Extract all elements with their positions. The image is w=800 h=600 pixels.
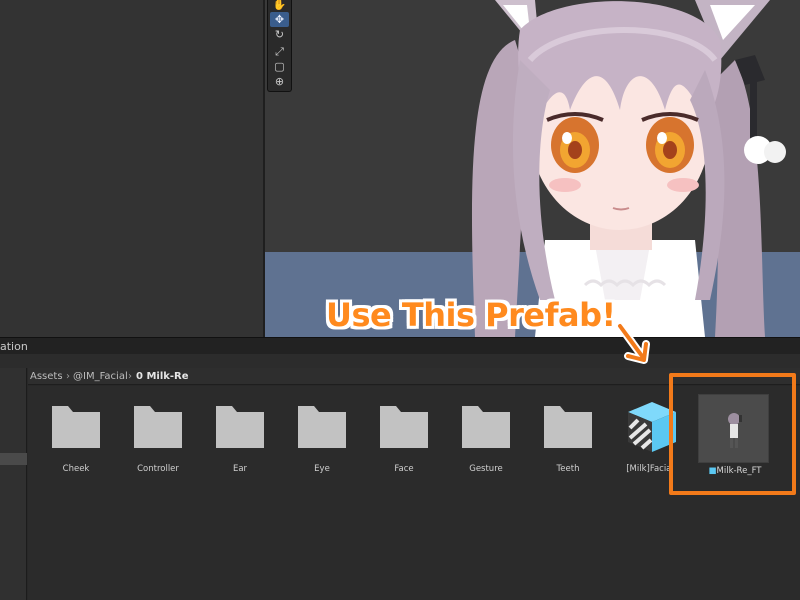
- folder-item[interactable]: Eye: [288, 398, 354, 478]
- unity-editor-window: ✋ ✥ ↻ ⤢ ▢ ⊕ ation Assets › @IM_Facial › …: [0, 0, 800, 600]
- folder-label: Ear: [232, 464, 248, 474]
- project-toolbar: [0, 354, 800, 368]
- hierarchy-panel: [0, 0, 263, 337]
- breadcrumb-item[interactable]: @IM_Facial: [73, 370, 128, 383]
- hand-tool-icon[interactable]: ✋: [270, 0, 289, 12]
- prefab-highlight-box: [669, 373, 796, 495]
- animation-tab[interactable]: ation: [0, 339, 34, 355]
- folder-item[interactable]: Controller: [124, 398, 190, 478]
- folder-label: Eye: [314, 464, 330, 474]
- folder-item[interactable]: Teeth: [534, 398, 600, 478]
- breadcrumb-separator-icon: ›: [66, 371, 70, 382]
- folder-label: Gesture: [469, 464, 503, 474]
- folder-icon: [544, 406, 592, 448]
- project-folder-tree[interactable]: [0, 368, 27, 600]
- rotate-tool-icon[interactable]: ↻: [270, 27, 289, 42]
- scene-view[interactable]: [265, 0, 800, 337]
- rect-tool-icon[interactable]: ▢: [270, 59, 289, 74]
- folder-icon: [52, 406, 100, 448]
- folder-item[interactable]: Ear: [206, 398, 272, 478]
- callout-text: Use This Prefab!: [326, 296, 616, 334]
- folder-label: Cheek: [62, 464, 90, 474]
- folder-item[interactable]: Cheek: [42, 398, 108, 478]
- folder-icon: [216, 406, 264, 448]
- folder-label: Controller: [137, 464, 179, 474]
- scene-tool-palette: ✋ ✥ ↻ ⤢ ▢ ⊕: [267, 0, 292, 92]
- folder-icon: [380, 406, 428, 448]
- folder-label: Teeth: [556, 464, 580, 474]
- callout-arrow-icon: [616, 322, 650, 364]
- breadcrumb-item-current[interactable]: 0 Milk-Re: [136, 370, 189, 383]
- folder-icon: [462, 406, 510, 448]
- scale-tool-icon[interactable]: ⤢: [270, 44, 289, 59]
- folder-icon: [298, 406, 346, 448]
- avatar-model: [471, 0, 786, 337]
- selected-tree-item[interactable]: [0, 453, 27, 465]
- transform-tool-icon[interactable]: ⊕: [270, 74, 289, 89]
- folder-label: Face: [394, 464, 414, 474]
- folder-item[interactable]: Gesture: [452, 398, 518, 478]
- move-tool-icon[interactable]: ✥: [270, 12, 289, 27]
- folder-item[interactable]: Face: [370, 398, 436, 478]
- breadcrumb-separator-icon: ›: [128, 371, 132, 382]
- folder-icon: [134, 406, 182, 448]
- breadcrumb-item[interactable]: Assets: [30, 370, 63, 383]
